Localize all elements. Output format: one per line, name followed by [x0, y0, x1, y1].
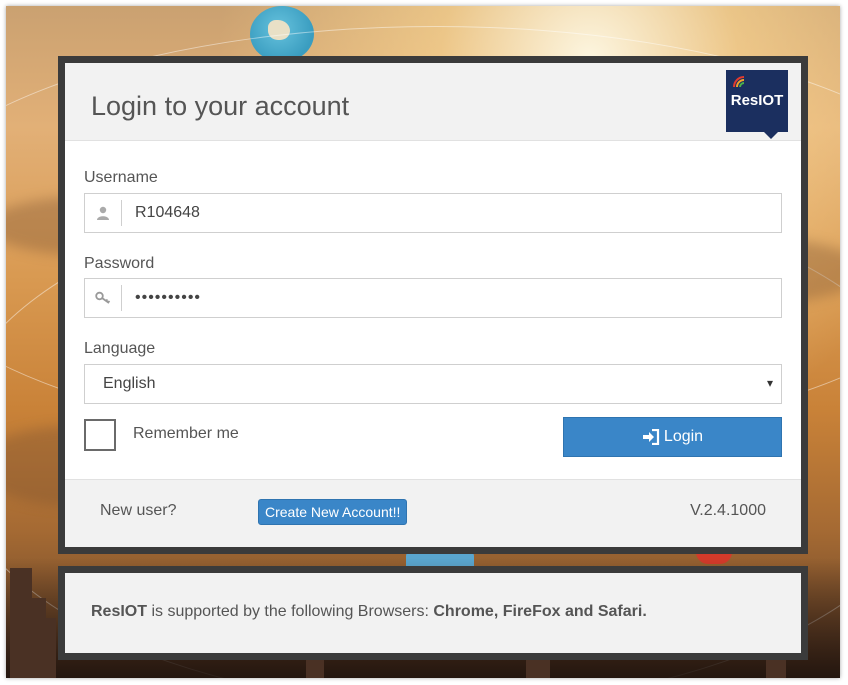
password-value: •••••••••• — [135, 289, 202, 306]
logo-text: ResIOT — [730, 92, 784, 109]
brand-name: ResIOT — [91, 603, 148, 620]
username-label: Username — [84, 169, 158, 186]
password-label: Password — [84, 255, 155, 272]
password-field[interactable]: •••••••••• — [84, 278, 782, 318]
signal-icon — [733, 76, 745, 88]
username-value: R104648 — [135, 204, 200, 221]
create-account-button[interactable]: Create New Account!! — [258, 499, 408, 525]
login-card: Login to your account ResIOT Username R1… — [58, 56, 808, 554]
language-select[interactable]: English ▾ — [84, 364, 782, 404]
version-label: V.2.4.1000 — [690, 502, 766, 519]
login-button[interactable]: Login — [563, 417, 782, 457]
supported-browsers: Chrome, FireFox and Safari. — [433, 603, 647, 620]
user-icon — [85, 194, 121, 232]
key-icon — [85, 279, 121, 317]
login-button-label: Login — [663, 428, 704, 445]
login-footer: New user? Create New Account!! V.2.4.100… — [65, 479, 801, 547]
new-user-label: New user? — [100, 502, 177, 519]
language-value: English — [103, 375, 156, 392]
language-label: Language — [84, 340, 156, 357]
login-header: Login to your account ResIOT — [65, 63, 801, 141]
caret-down-icon: ▾ — [766, 376, 773, 390]
resiot-logo: ResIOT — [726, 70, 788, 139]
browser-support-text: ResIOT is supported by the following Bro… — [91, 603, 647, 620]
browser-support-notice: ResIOT is supported by the following Bro… — [58, 566, 808, 660]
sign-in-icon — [642, 429, 660, 445]
page-title: Login to your account — [91, 91, 350, 121]
remember-me-checkbox[interactable] — [84, 419, 116, 451]
remember-me-label[interactable]: Remember me — [133, 425, 239, 443]
username-field[interactable]: R104648 — [84, 193, 782, 233]
